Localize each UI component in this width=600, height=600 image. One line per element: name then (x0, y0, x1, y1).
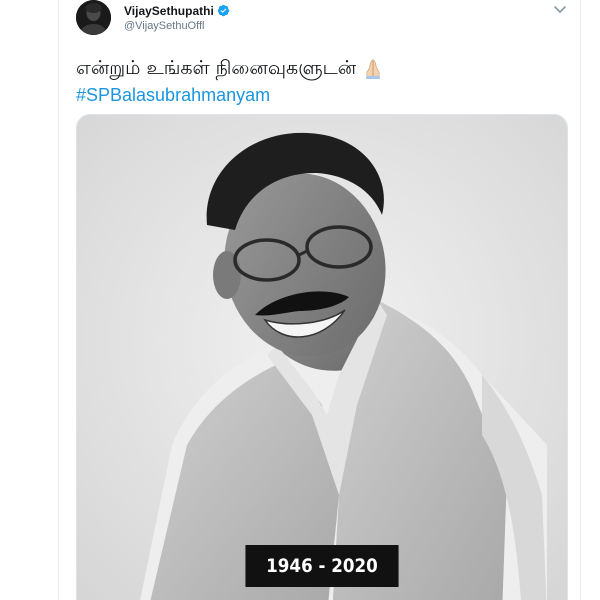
folded-hands-icon (366, 58, 381, 79)
hashtag-link[interactable]: #SPBalasubrahmanyam (76, 84, 270, 106)
display-name[interactable]: VijaySethupathi (124, 4, 214, 18)
tweet-card: VijaySethupathi @VijaySethuOffl என்றும் … (0, 0, 600, 600)
timeline-divider-right (580, 0, 581, 600)
portrait-photo (77, 115, 567, 600)
verified-badge-icon (217, 4, 229, 17)
avatar[interactable] (76, 0, 111, 35)
tweet-media-photo[interactable]: 1946 - 2020 (76, 114, 568, 600)
years-label: 1946 - 2020 (245, 545, 399, 587)
tweet-author: VijaySethupathi @VijaySethuOffl (124, 3, 230, 32)
chevron-down-icon[interactable] (552, 4, 568, 16)
author-handle[interactable]: @VijaySethuOffl (124, 20, 230, 32)
timeline-divider-left (58, 0, 59, 600)
tweet-body: என்றும் உங்கள் நினைவுகளுடன் (76, 57, 357, 79)
tweet-text: என்றும் உங்கள் நினைவுகளுடன் (76, 56, 384, 80)
